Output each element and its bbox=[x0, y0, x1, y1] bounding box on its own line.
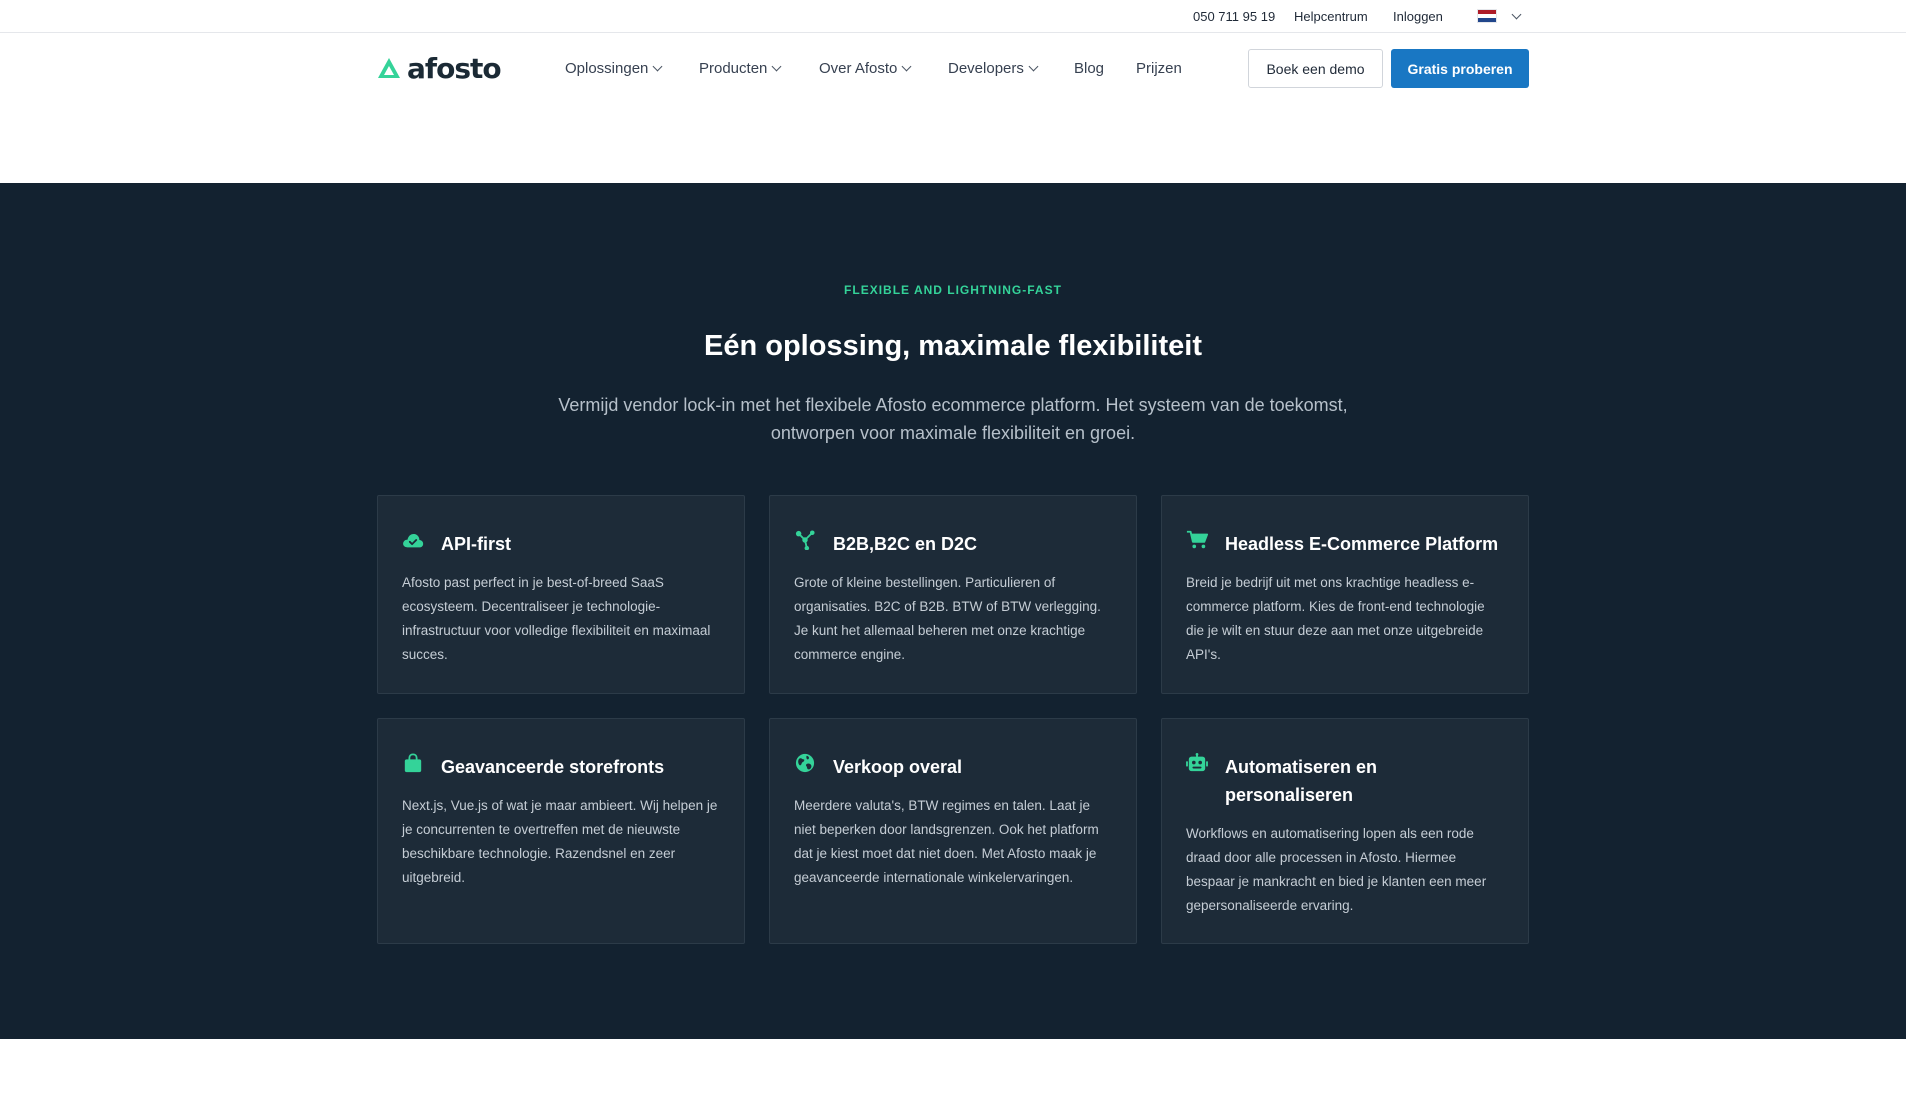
phone-link[interactable]: 050 711 95 19 bbox=[1193, 0, 1275, 32]
netherlands-flag-icon bbox=[1477, 9, 1497, 23]
network-icon bbox=[795, 530, 815, 550]
feature-title: Automatiseren en personaliseren bbox=[1225, 757, 1378, 805]
shopping-bag-icon bbox=[404, 753, 422, 773]
feature-card-automatiseren: Automatiseren en personaliseren Workflow… bbox=[1161, 718, 1529, 944]
nav-item-label: Developers bbox=[948, 59, 1024, 77]
feature-body: Next.js, Vue.js of wat je maar ambieert.… bbox=[402, 798, 718, 885]
nav-item-blog[interactable]: Blog bbox=[1074, 57, 1104, 79]
afosto-logo[interactable]: afosto bbox=[377, 51, 502, 85]
chevron-down-icon bbox=[652, 61, 663, 71]
feature-title: Headless E-Commerce Platform bbox=[1225, 534, 1499, 554]
nav-item-label: Oplossingen bbox=[565, 59, 649, 77]
section-eyebrow: FLEXIBLE AND LIGHTNING-FAST bbox=[844, 283, 1062, 297]
feature-title: Geavanceerde storefronts bbox=[441, 757, 665, 777]
feature-body: Meerdere valuta's, BTW regimes en talen.… bbox=[794, 798, 1099, 885]
chevron-down-icon bbox=[1028, 61, 1039, 71]
cloud-check-icon bbox=[403, 533, 424, 548]
chevron-down-icon bbox=[1511, 9, 1522, 19]
feature-body: Workflows en automatisering lopen als ee… bbox=[1186, 826, 1487, 913]
section-title: Eén oplossing, maximale flexibiliteit bbox=[704, 330, 1202, 362]
utility-bar: 050 711 95 19 Helpcentrum Inloggen bbox=[0, 0, 1906, 33]
main-navigation: afosto Oplossingen Producten Over Afosto… bbox=[0, 33, 1906, 103]
feature-card-verkoop-overal: Verkoop overal Meerdere valuta's, BTW re… bbox=[769, 718, 1137, 944]
feature-body: Breid je bedrijf uit met ons krachtige h… bbox=[1186, 575, 1485, 662]
nav-item-producten[interactable]: Producten bbox=[699, 57, 782, 79]
help-center-link[interactable]: Helpcentrum bbox=[1294, 0, 1368, 32]
feature-body: Afosto past perfect in je best-of-breed … bbox=[402, 575, 711, 662]
afosto-logo-icon bbox=[378, 58, 400, 78]
nav-item-label: Prijzen bbox=[1136, 59, 1182, 77]
chevron-down-icon bbox=[901, 61, 912, 71]
globe-icon bbox=[795, 753, 815, 773]
nav-item-developers[interactable]: Developers bbox=[948, 57, 1039, 79]
robot-icon bbox=[1186, 753, 1208, 772]
feature-title: API-first bbox=[441, 534, 512, 554]
logo-text: afosto bbox=[407, 51, 502, 85]
nav-item-label: Blog bbox=[1074, 59, 1105, 77]
feature-body: Grote of kleine bestellingen. Particulie… bbox=[794, 575, 1101, 662]
feature-title: Verkoop overal bbox=[833, 757, 963, 777]
feature-title: B2B,B2C en D2C bbox=[833, 534, 978, 554]
free-trial-button[interactable]: Gratis proberen bbox=[1391, 49, 1529, 88]
feature-card-api-first: API-first Afosto past perfect in je best… bbox=[377, 495, 745, 694]
nav-item-prijzen[interactable]: Prijzen bbox=[1136, 57, 1182, 79]
nav-item-label: Over Afosto bbox=[819, 59, 898, 77]
feature-card-storefronts: Geavanceerde storefronts Next.js, Vue.js… bbox=[377, 718, 745, 944]
section-lead: Vermijd vendor lock-in met het flexibele… bbox=[558, 395, 1348, 443]
features-section: FLEXIBLE AND LIGHTNING-FAST Eén oplossin… bbox=[0, 183, 1906, 1039]
shopping-cart-icon bbox=[1186, 530, 1208, 549]
feature-card-b2b-b2c-d2c: B2B,B2C en D2C Grote of kleine bestellin… bbox=[769, 495, 1137, 694]
nav-item-over-afosto[interactable]: Over Afosto bbox=[819, 57, 912, 79]
chevron-down-icon bbox=[771, 61, 782, 71]
nav-item-label: Producten bbox=[699, 59, 768, 77]
login-link[interactable]: Inloggen bbox=[1393, 0, 1443, 32]
feature-card-headless-ecommerce: Headless E-Commerce Platform Breid je be… bbox=[1161, 495, 1529, 694]
book-demo-button[interactable]: Boek een demo bbox=[1248, 49, 1383, 88]
nav-item-oplossingen[interactable]: Oplossingen bbox=[565, 57, 663, 79]
language-selector[interactable] bbox=[1477, 0, 1522, 32]
